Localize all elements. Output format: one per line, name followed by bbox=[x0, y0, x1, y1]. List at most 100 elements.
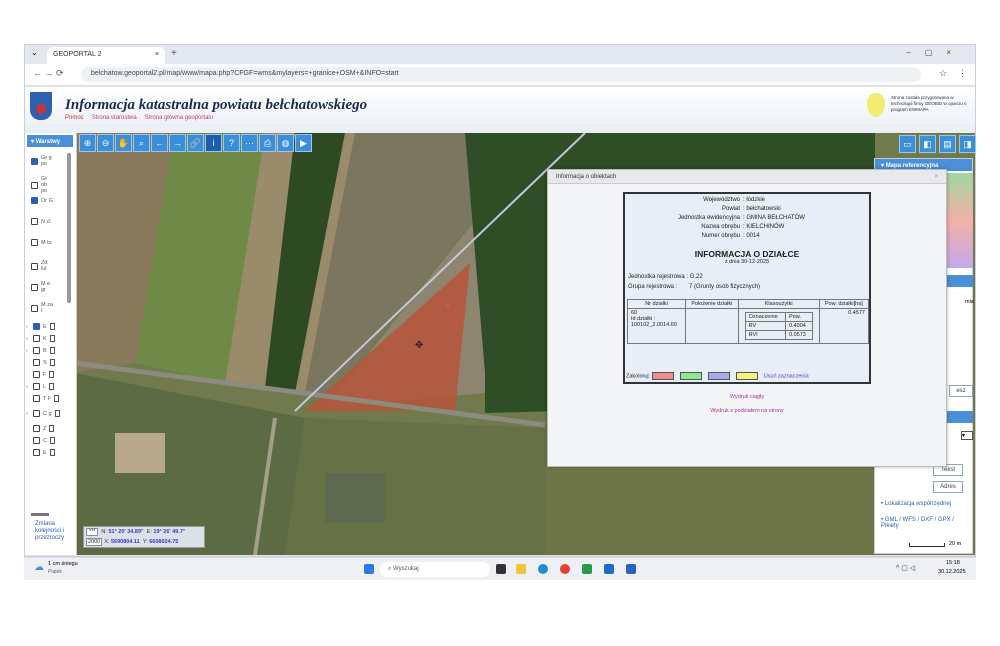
window-controls[interactable]: –▢× bbox=[906, 48, 965, 57]
word-icon[interactable] bbox=[626, 564, 636, 574]
layer-checkbox[interactable] bbox=[33, 359, 40, 366]
layer-checkbox[interactable] bbox=[31, 218, 38, 225]
tray-icons[interactable]: ^ ▢ ◁ bbox=[896, 564, 915, 572]
start-icon[interactable] bbox=[364, 564, 374, 574]
export-link[interactable]: • GML / WFS / DXF / GPX / Pikiety bbox=[881, 517, 971, 529]
expand-chevron-icon[interactable]: › bbox=[26, 324, 30, 330]
layer-checkbox[interactable] bbox=[33, 449, 40, 456]
color-swatch[interactable] bbox=[679, 372, 702, 380]
back-nav-icons[interactable]: ← → ⟳ bbox=[33, 68, 64, 79]
zoom-out-icon[interactable]: ⊖ bbox=[97, 134, 114, 152]
layer-group[interactable]: Z bbox=[26, 425, 55, 432]
paged-print-link[interactable]: Wydruk z podziałem na strony bbox=[548, 408, 946, 414]
reference-map[interactable] bbox=[947, 173, 973, 268]
layer-checkbox[interactable] bbox=[31, 262, 38, 270]
layers-header[interactable]: ▾ Warstwy bbox=[27, 135, 73, 147]
measure-icon[interactable]: ⋯ bbox=[241, 134, 258, 152]
color-swatch[interactable] bbox=[651, 372, 674, 380]
layer-group[interactable]: S bbox=[26, 359, 55, 366]
layer-item[interactable]: Zd lul bbox=[31, 260, 53, 272]
new-tab-icon[interactable]: + bbox=[171, 48, 177, 59]
layer-checkbox[interactable] bbox=[31, 197, 38, 204]
layer-checkbox[interactable] bbox=[31, 283, 38, 291]
file-explorer-icon[interactable] bbox=[516, 564, 526, 574]
layer-checkbox[interactable] bbox=[31, 181, 38, 189]
link-geoportal-home[interactable]: Strona główna geoportalu bbox=[145, 115, 213, 121]
layout-left-icon[interactable]: ◧ bbox=[919, 135, 936, 153]
menu-icon[interactable]: ⋮ bbox=[958, 68, 967, 79]
layer-checkbox[interactable] bbox=[33, 395, 40, 402]
browser-tab[interactable]: GEOPORTAL 2 × bbox=[47, 47, 165, 64]
edge-icon[interactable] bbox=[538, 564, 548, 574]
url-input[interactable]: belchatow.geoportal2.pl/map/www/mapa.php… bbox=[81, 67, 921, 82]
layer-checkbox[interactable] bbox=[33, 437, 40, 444]
layer-group[interactable]: › C g bbox=[26, 410, 60, 417]
layer-item[interactable]: Or G bbox=[31, 197, 53, 204]
chrome-icon[interactable] bbox=[560, 564, 570, 574]
layer-item[interactable]: Gr ob po bbox=[31, 176, 53, 194]
layer-item[interactable]: M e gr bbox=[31, 281, 53, 293]
panel-select[interactable]: ▾ bbox=[961, 431, 973, 440]
layout-top-icon[interactable]: ▭ bbox=[899, 135, 916, 153]
layer-group[interactable]: E bbox=[26, 449, 55, 456]
layer-group[interactable]: › L bbox=[26, 383, 55, 390]
layer-checkbox[interactable] bbox=[31, 157, 38, 165]
coordinate-location-link[interactable]: • Lokalizacja współrzędnej bbox=[881, 501, 951, 507]
bookmark-star-icon[interactable]: ☆ bbox=[939, 68, 947, 79]
weather-icon[interactable]: ☁ bbox=[34, 562, 44, 573]
outlook-icon[interactable] bbox=[604, 564, 614, 574]
expand-chevron-icon[interactable]: › bbox=[26, 336, 30, 342]
layer-checkbox[interactable] bbox=[33, 335, 40, 342]
close-dialog-icon[interactable]: × bbox=[934, 174, 938, 180]
expand-chevron-icon[interactable]: › bbox=[26, 411, 30, 417]
horizontal-scrollbar[interactable] bbox=[31, 513, 49, 516]
zoom-in-icon[interactable]: ⊕ bbox=[79, 134, 96, 152]
pan-hand-icon[interactable]: ✋ bbox=[115, 134, 132, 152]
layer-group[interactable]: F bbox=[26, 371, 55, 378]
layer-checkbox[interactable] bbox=[33, 323, 40, 330]
address-button[interactable]: Adres bbox=[933, 481, 963, 493]
layer-checkbox[interactable] bbox=[33, 425, 40, 432]
link-help[interactable]: Pomoc bbox=[65, 115, 84, 121]
app-icon-green[interactable] bbox=[582, 564, 592, 574]
search-button[interactable]: esz bbox=[949, 385, 973, 397]
video-icon[interactable]: ▶ bbox=[295, 134, 312, 152]
layer-group[interactable]: C bbox=[26, 437, 55, 444]
reorder-link[interactable]: Zmiana kolejności i przezroczy bbox=[35, 521, 75, 542]
info-icon[interactable]: i bbox=[205, 134, 222, 152]
expand-chevron-icon[interactable]: › bbox=[26, 348, 30, 354]
layer-group[interactable]: › K bbox=[26, 335, 55, 342]
layer-checkbox[interactable] bbox=[33, 371, 40, 378]
globe-icon[interactable]: ◍ bbox=[277, 134, 294, 152]
layer-checkbox[interactable] bbox=[33, 347, 40, 354]
color-swatch[interactable] bbox=[707, 372, 730, 380]
zoom-extent-icon[interactable]: ⌕ bbox=[133, 134, 150, 152]
coord-format-button[interactable]: *** bbox=[86, 528, 99, 536]
layer-checkbox[interactable] bbox=[31, 239, 38, 246]
layer-group[interactable]: › B bbox=[26, 347, 55, 354]
layer-item[interactable]: M to bbox=[31, 239, 53, 246]
color-swatch[interactable] bbox=[735, 372, 758, 380]
layout-split-icon[interactable]: ▤ bbox=[939, 135, 956, 153]
layer-checkbox[interactable] bbox=[33, 383, 40, 390]
layer-item[interactable]: M za t bbox=[31, 302, 53, 314]
print-icon[interactable]: ⎙ bbox=[259, 134, 276, 152]
layer-checkbox[interactable] bbox=[33, 410, 40, 417]
layout-right-icon[interactable]: ◨ bbox=[959, 135, 976, 153]
crs-button[interactable]: 2000 bbox=[86, 538, 103, 546]
layer-item[interactable]: Gr g po bbox=[31, 155, 53, 167]
task-view-icon[interactable] bbox=[496, 564, 506, 574]
link-starostwo[interactable]: Strona starostwa bbox=[92, 115, 137, 121]
layer-item[interactable]: N cl bbox=[31, 218, 53, 225]
expand-chevron-icon[interactable]: › bbox=[26, 384, 30, 390]
link-icon[interactable]: 🔗 bbox=[187, 134, 204, 152]
layer-checkbox[interactable] bbox=[31, 304, 38, 312]
layer-group[interactable]: › E bbox=[26, 323, 55, 330]
clear-selection-link[interactable]: Usuń zaznaczenia bbox=[764, 373, 809, 379]
taskbar-search[interactable]: ⌕ Wyszukaj bbox=[380, 562, 490, 577]
close-tab-icon[interactable]: × bbox=[155, 51, 159, 58]
query-icon[interactable]: ? bbox=[223, 134, 240, 152]
back-arrow-icon[interactable]: ← bbox=[151, 134, 168, 152]
forward-arrow-icon[interactable]: → bbox=[169, 134, 186, 152]
layer-group[interactable]: T F bbox=[26, 395, 60, 402]
